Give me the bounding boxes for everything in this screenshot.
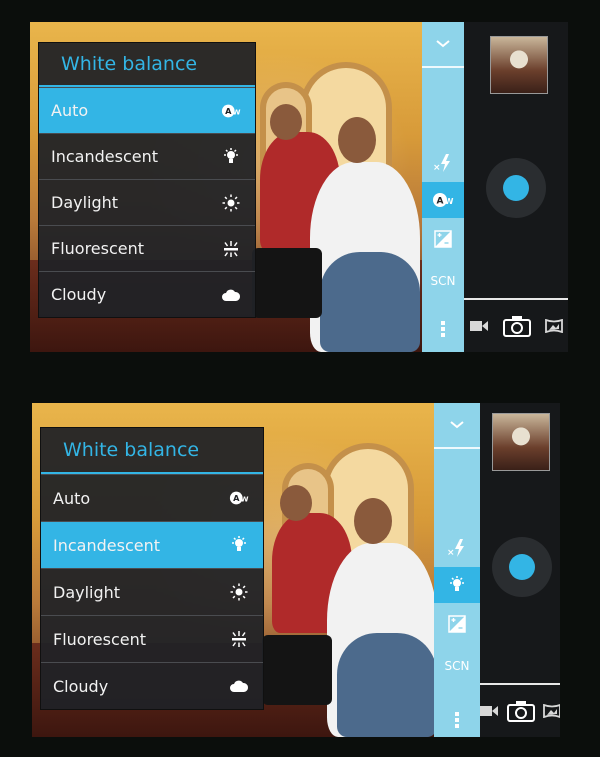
wb-option-label: Auto: [53, 488, 91, 508]
panorama-mode-icon[interactable]: [545, 319, 563, 333]
scene-mode-label: SCN: [444, 659, 470, 673]
camera-screen-top: White balance Auto A W Incandescent Daylight…: [30, 22, 568, 352]
last-photo-thumbnail[interactable]: [490, 36, 548, 94]
incandescent-icon: [221, 147, 241, 167]
white-balance-icon[interactable]: [434, 567, 480, 603]
cloudy-icon: [221, 285, 241, 305]
settings-strip: × SCN: [434, 403, 480, 737]
white-balance-menu: White balance Auto A W Incandescent Daylight…: [40, 427, 264, 710]
wb-option-label: Daylight: [53, 582, 121, 602]
white-balance-icon[interactable]: AW: [422, 182, 464, 218]
panorama-mode-icon[interactable]: [543, 704, 560, 718]
flash-auto-icon[interactable]: ×: [422, 144, 464, 182]
white-balance-options: Auto A W Incandescent Daylight Fluorescent Clo…: [39, 87, 255, 317]
white-balance-options: Auto A W Incandescent Daylight Fluorescent Clo…: [41, 474, 263, 709]
wb-option-incandescent[interactable]: Incandescent: [39, 133, 255, 179]
cloudy-icon: [229, 676, 249, 696]
exposure-icon[interactable]: [434, 603, 480, 645]
more-options-icon[interactable]: [434, 705, 480, 735]
wb-option-daylight[interactable]: Daylight: [41, 568, 263, 615]
incandescent-icon: [229, 535, 249, 555]
video-mode-icon[interactable]: [469, 319, 489, 333]
svg-text:×: ×: [447, 548, 455, 558]
control-panel: [464, 22, 568, 352]
shutter-button[interactable]: [486, 158, 546, 218]
shutter-icon: [503, 175, 529, 201]
camera-mode-icon[interactable]: [503, 315, 531, 337]
wb-option-label: Fluorescent: [53, 629, 147, 649]
wb-option-label: Cloudy: [53, 676, 109, 696]
svg-text:A: A: [233, 493, 240, 503]
svg-text:W: W: [232, 107, 240, 116]
camera-mode-icon[interactable]: [507, 700, 535, 722]
auto-wb-icon: AW: [229, 488, 249, 508]
wb-option-incandescent[interactable]: Incandescent: [41, 521, 263, 568]
menu-title: White balance: [41, 428, 263, 474]
wb-option-label: Incandescent: [51, 147, 158, 166]
auto-wb-icon: AW: [221, 101, 241, 121]
wb-option-label: Daylight: [51, 193, 119, 212]
flash-auto-icon[interactable]: ×: [434, 529, 480, 567]
wb-option-daylight[interactable]: Daylight: [39, 179, 255, 225]
wb-option-label: Fluorescent: [51, 239, 145, 258]
svg-text:W: W: [445, 197, 454, 206]
wb-option-label: Cloudy: [51, 285, 107, 304]
wb-option-label: Incandescent: [53, 535, 160, 555]
svg-text:×: ×: [433, 163, 441, 173]
shutter-button[interactable]: [492, 537, 552, 597]
mode-switcher: [480, 683, 560, 737]
scene-mode-icon[interactable]: SCN: [422, 260, 464, 302]
scene-mode-icon[interactable]: SCN: [434, 645, 480, 687]
more-options-icon[interactable]: [422, 314, 464, 344]
exposure-icon[interactable]: [422, 218, 464, 260]
svg-text:A: A: [225, 106, 232, 116]
wb-option-label: Auto: [51, 101, 89, 120]
svg-text:W: W: [240, 495, 248, 504]
camera-screen-bottom: White balance Auto A W Incandescent Daylight…: [32, 403, 560, 737]
wb-option-fluorescent[interactable]: Fluorescent: [39, 225, 255, 271]
last-photo-thumbnail[interactable]: [492, 413, 550, 471]
wb-option-auto[interactable]: Auto A W: [41, 474, 263, 521]
scene-mode-label: SCN: [430, 274, 456, 288]
chevron-down-icon[interactable]: [434, 403, 480, 449]
wb-option-cloudy[interactable]: Cloudy: [39, 271, 255, 317]
daylight-icon: [221, 193, 241, 213]
fluorescent-icon: [229, 629, 249, 649]
control-panel: [480, 403, 560, 737]
svg-text:A: A: [437, 197, 444, 207]
menu-title: White balance: [39, 43, 255, 87]
daylight-icon: [229, 582, 249, 602]
chevron-down-icon[interactable]: [422, 22, 464, 68]
settings-strip: × A W SCN: [422, 22, 464, 352]
wb-option-fluorescent[interactable]: Fluorescent: [41, 615, 263, 662]
fluorescent-icon: [221, 239, 241, 259]
mode-switcher: [464, 298, 568, 352]
white-balance-menu: White balance Auto A W Incandescent Daylight…: [38, 42, 256, 318]
wb-option-auto[interactable]: Auto A W: [39, 87, 255, 133]
wb-option-cloudy[interactable]: Cloudy: [41, 662, 263, 709]
shutter-icon: [509, 554, 535, 580]
video-mode-icon[interactable]: [479, 704, 499, 718]
